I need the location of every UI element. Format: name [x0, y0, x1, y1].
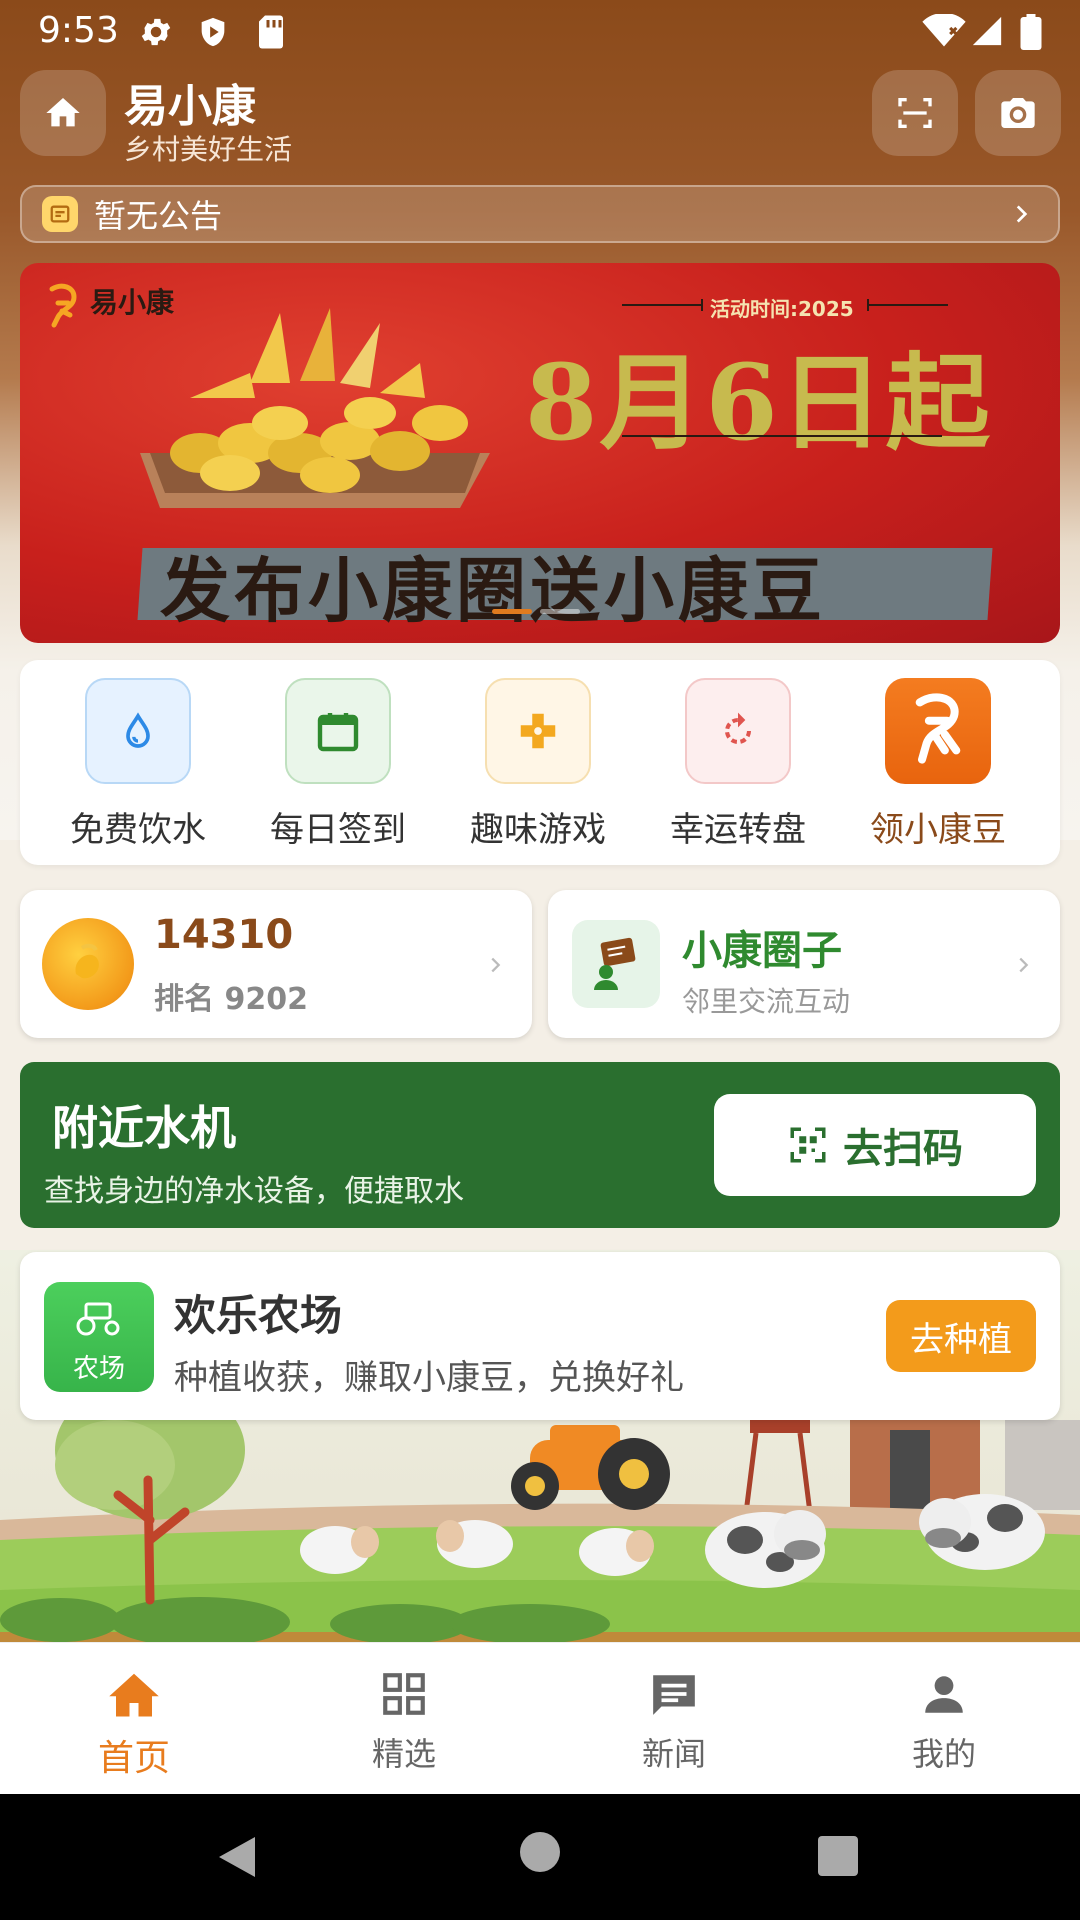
quick-action-lucky-wheel[interactable]: 幸运转盘 [648, 678, 828, 851]
promo-banner[interactable]: 易小康 活动时间:2025 8月6日起 发布小康圈送小康豆 [20, 263, 1060, 643]
message-icon [653, 1675, 695, 1715]
points-card[interactable]: 14310 排名 9202 [20, 890, 532, 1038]
nav-featured-label: 精选 [371, 1735, 436, 1773]
shield-play-icon [196, 14, 230, 54]
water-machine-subtitle: 查找身边的净水设备，便捷取水 [44, 1174, 464, 1209]
points-value: 14310 [154, 912, 294, 958]
grid-icon [383, 1673, 425, 1715]
nav-home[interactable]: 首页 [34, 1669, 234, 1781]
home-circle-icon[interactable] [520, 1832, 560, 1872]
quick-action-label: 幸运转盘 [670, 810, 806, 850]
camera-icon [1001, 98, 1035, 128]
status-bar: 9:53 [0, 0, 1080, 64]
farm-subtitle: 种植收获，赚取小康豆，兑换好礼 [174, 1358, 684, 1398]
camera-button[interactable] [975, 70, 1061, 156]
bean-logo-icon [885, 678, 991, 784]
nav-home-label: 首页 [97, 1738, 170, 1779]
circle-title: 小康圈子 [682, 928, 842, 974]
scan-button[interactable] [872, 70, 958, 156]
quick-action-free-water[interactable]: 免费饮水 [48, 678, 228, 851]
banner-pagination [492, 609, 580, 614]
sd-card-icon [256, 14, 286, 54]
quick-action-label: 领小康豆 [870, 810, 1006, 850]
community-icon [572, 920, 660, 1008]
notice-icon [42, 196, 78, 232]
community-circle-card[interactable]: 小康圈子 邻里交流互动 [548, 890, 1060, 1038]
gamepad-icon [485, 678, 591, 784]
scan-frame-icon [898, 98, 932, 128]
nav-news-label: 新闻 [641, 1735, 706, 1773]
battery-icon [1020, 14, 1042, 54]
banner-dot-active [492, 609, 532, 614]
happy-farm-card[interactable]: 农场 欢乐农场 种植收获，赚取小康豆，兑换好礼 去种植 [20, 1252, 1060, 1420]
notice-text: 暂无公告 [94, 197, 223, 235]
wifi-icon [922, 12, 966, 52]
notice-bar[interactable]: 暂无公告 [20, 185, 1060, 243]
app-title: 易小康 [124, 81, 256, 132]
quick-action-label: 趣味游戏 [470, 810, 606, 850]
go-scan-button[interactable]: 去扫码 [714, 1094, 1036, 1196]
circle-subtitle: 邻里交流互动 [682, 985, 851, 1018]
spin-wheel-icon [685, 678, 791, 784]
farm-title: 欢乐农场 [174, 1291, 343, 1340]
app-subtitle: 乡村美好生活 [124, 133, 293, 166]
go-scan-label: 去扫码 [843, 1126, 963, 1172]
banner-date-big: 8月6日起 [525, 341, 992, 464]
bean-tray-illustration [140, 308, 490, 508]
tractor-icon [76, 1302, 120, 1336]
quick-action-get-beans[interactable]: 领小康豆 [848, 678, 1028, 851]
banner-dot [540, 609, 580, 614]
status-time: 9:53 [38, 10, 119, 51]
nav-news[interactable]: 新闻 [574, 1669, 774, 1775]
chevron-right-icon [1008, 199, 1034, 233]
quick-action-label: 免费饮水 [70, 810, 206, 850]
nav-mine[interactable]: 我的 [844, 1669, 1044, 1775]
farm-icon-label: 农场 [72, 1354, 125, 1384]
home-icon [109, 1673, 159, 1717]
calendar-icon [285, 678, 391, 784]
water-drop-icon [85, 678, 191, 784]
go-plant-button[interactable]: 去种植 [886, 1300, 1036, 1372]
nearby-water-machine-card: 附近水机 查找身边的净水设备，便捷取水 去扫码 [20, 1062, 1060, 1228]
chevron-right-icon [484, 952, 506, 982]
back-icon[interactable] [215, 1832, 259, 1882]
quick-action-daily-checkin[interactable]: 每日签到 [248, 678, 428, 851]
person-icon [925, 1676, 963, 1713]
quick-actions: 免费饮水 每日签到 趣味游戏 幸运转盘 领小康豆 [20, 660, 1060, 865]
banner-slogan: 发布小康圈送小康豆 [160, 550, 826, 632]
nav-featured[interactable]: 精选 [304, 1669, 504, 1775]
bottom-navigation: 首页 精选 新闻 我的 [0, 1642, 1080, 1794]
banner-underline [622, 435, 942, 437]
coin-icon [42, 918, 134, 1010]
system-navigation-bar [0, 1794, 1080, 1920]
cell-signal-icon [970, 14, 1004, 52]
settings-gear-icon [138, 14, 174, 54]
quick-action-label: 每日签到 [270, 810, 406, 850]
water-machine-title: 附近水机 [52, 1101, 236, 1155]
qr-scan-icon [790, 1127, 826, 1163]
recents-icon[interactable] [818, 1836, 858, 1876]
chevron-right-icon [1012, 952, 1034, 982]
farm-icon: 农场 [44, 1282, 154, 1392]
nav-mine-label: 我的 [911, 1735, 976, 1773]
home-button[interactable] [20, 70, 106, 156]
quick-action-fun-games[interactable]: 趣味游戏 [448, 678, 628, 851]
home-icon [46, 98, 80, 127]
points-rank: 排名 9202 [154, 982, 308, 1017]
